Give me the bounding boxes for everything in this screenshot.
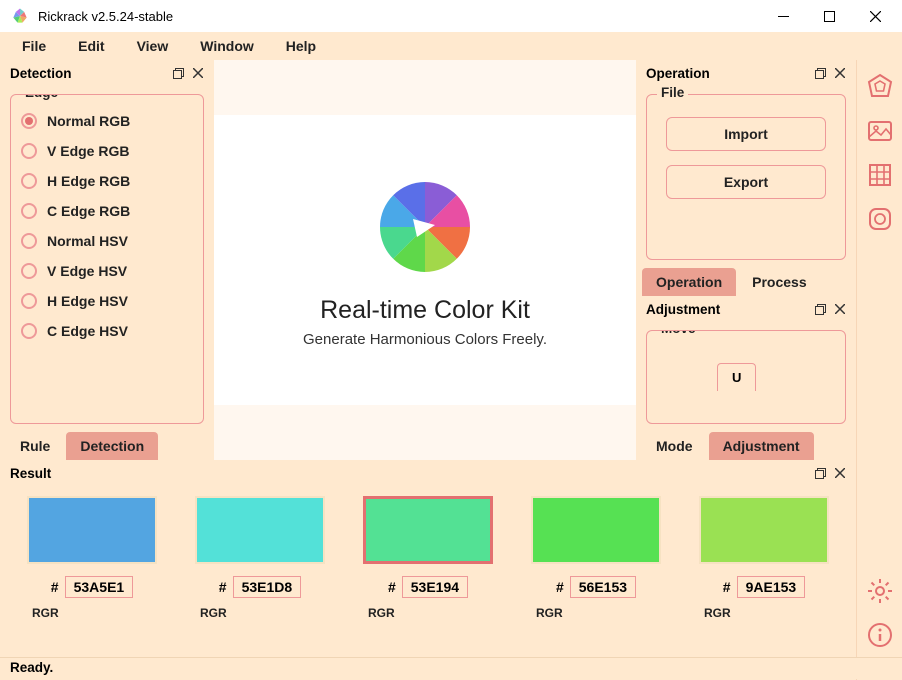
import-button[interactable]: Import <box>666 117 826 151</box>
statusbar: Ready. <box>0 657 902 679</box>
info-icon[interactable] <box>863 618 897 652</box>
color-wheel-logo <box>370 172 480 282</box>
color-swatch[interactable] <box>531 496 661 564</box>
swatch-item: #9AE153 RGR <box>692 496 836 620</box>
adjustment-panel: Adjustment Move U Mode Adjustment <box>636 296 856 460</box>
maximize-button[interactable] <box>806 0 852 32</box>
radio-v-edge-rgb[interactable]: V Edge RGB <box>21 143 193 159</box>
close-icon[interactable] <box>830 299 850 319</box>
close-button[interactable] <box>852 0 898 32</box>
close-icon[interactable] <box>830 463 850 483</box>
swatch-item: #53E194 RGR <box>356 496 500 620</box>
menu-view[interactable]: View <box>123 34 183 58</box>
swatch-item: #53E1D8 RGR <box>188 496 332 620</box>
move-group-title: Move <box>657 330 700 336</box>
export-button[interactable]: Export <box>666 165 826 199</box>
file-group-title: File <box>657 85 688 100</box>
menu-window[interactable]: Window <box>186 34 268 58</box>
radio-normal-hsv[interactable]: Normal HSV <box>21 233 193 249</box>
adjustment-title: Adjustment <box>646 302 810 317</box>
image-icon[interactable] <box>863 114 897 148</box>
center-heading: Real-time Color Kit <box>320 296 530 325</box>
u-button[interactable]: U <box>717 363 756 391</box>
detection-panel: Detection Edge Normal RGB V Edge RGB H E… <box>0 60 214 460</box>
float-icon[interactable] <box>810 299 830 319</box>
app-logo <box>10 6 30 26</box>
radio-c-edge-rgb[interactable]: C Edge RGB <box>21 203 193 219</box>
close-icon[interactable] <box>830 63 850 83</box>
hex-value[interactable]: 53A5E1 <box>65 576 134 598</box>
menu-edit[interactable]: Edit <box>64 34 118 58</box>
radio-v-edge-hsv[interactable]: V Edge HSV <box>21 263 193 279</box>
operation-panel: Operation File Import Export Operation P <box>636 60 856 296</box>
menu-file[interactable]: File <box>8 34 60 58</box>
wheel-icon[interactable] <box>863 70 897 104</box>
grid-icon[interactable] <box>863 158 897 192</box>
float-icon[interactable] <box>810 63 830 83</box>
color-swatch[interactable] <box>195 496 325 564</box>
tab-rule[interactable]: Rule <box>6 432 64 460</box>
operation-title: Operation <box>646 66 810 81</box>
tab-process[interactable]: Process <box>738 268 820 296</box>
swatch-item: #56E153 RGR <box>524 496 668 620</box>
hex-row: #53E1D8 <box>219 576 301 598</box>
hex-row: #9AE153 <box>723 576 805 598</box>
hex-value[interactable]: 53E1D8 <box>233 576 302 598</box>
color-swatch[interactable] <box>699 496 829 564</box>
result-title: Result <box>10 466 810 481</box>
rgb-label: RGR <box>368 606 395 620</box>
hex-value[interactable]: 56E153 <box>570 576 636 598</box>
radio-c-edge-hsv[interactable]: C Edge HSV <box>21 323 193 339</box>
status-text: Ready. <box>10 660 53 675</box>
hex-row: #53A5E1 <box>51 576 133 598</box>
rgb-label: RGR <box>536 606 563 620</box>
rgb-label: RGR <box>704 606 731 620</box>
result-panel: Result #53A5E1RGR#53E1D8RGR#53E194RGR#56… <box>0 460 856 680</box>
swatch-item: #53A5E1 RGR <box>20 496 164 620</box>
radio-h-edge-hsv[interactable]: H Edge HSV <box>21 293 193 309</box>
rgb-label: RGR <box>32 606 59 620</box>
tab-operation[interactable]: Operation <box>642 268 736 296</box>
tab-adjustment[interactable]: Adjustment <box>709 432 814 460</box>
right-sidebar <box>856 60 902 680</box>
rgb-label: RGR <box>200 606 227 620</box>
titlebar: Rickrack v2.5.24-stable <box>0 0 902 32</box>
menubar: File Edit View Window Help <box>0 32 902 60</box>
menu-help[interactable]: Help <box>272 34 330 58</box>
board-icon[interactable] <box>863 202 897 236</box>
color-swatch[interactable] <box>363 496 493 564</box>
float-icon[interactable] <box>810 463 830 483</box>
hex-value[interactable]: 53E194 <box>402 576 468 598</box>
center-canvas: Real-time Color Kit Generate Harmonious … <box>214 60 636 460</box>
close-icon[interactable] <box>188 63 208 83</box>
radio-normal-rgb[interactable]: Normal RGB <box>21 113 193 129</box>
edge-radio-list: Normal RGB V Edge RGB H Edge RGB C Edge … <box>21 109 193 343</box>
minimize-button[interactable] <box>760 0 806 32</box>
hex-row: #53E194 <box>388 576 468 598</box>
gear-icon[interactable] <box>863 574 897 608</box>
radio-h-edge-rgb[interactable]: H Edge RGB <box>21 173 193 189</box>
detection-title: Detection <box>10 66 168 81</box>
tab-detection[interactable]: Detection <box>66 432 158 460</box>
tab-mode[interactable]: Mode <box>642 432 707 460</box>
hex-row: #56E153 <box>556 576 636 598</box>
edge-group-title: Edge <box>21 94 62 100</box>
center-sub: Generate Harmonious Colors Freely. <box>303 331 547 348</box>
hex-value[interactable]: 9AE153 <box>737 576 806 598</box>
window-title: Rickrack v2.5.24-stable <box>38 9 760 24</box>
color-swatch[interactable] <box>27 496 157 564</box>
float-icon[interactable] <box>168 63 188 83</box>
